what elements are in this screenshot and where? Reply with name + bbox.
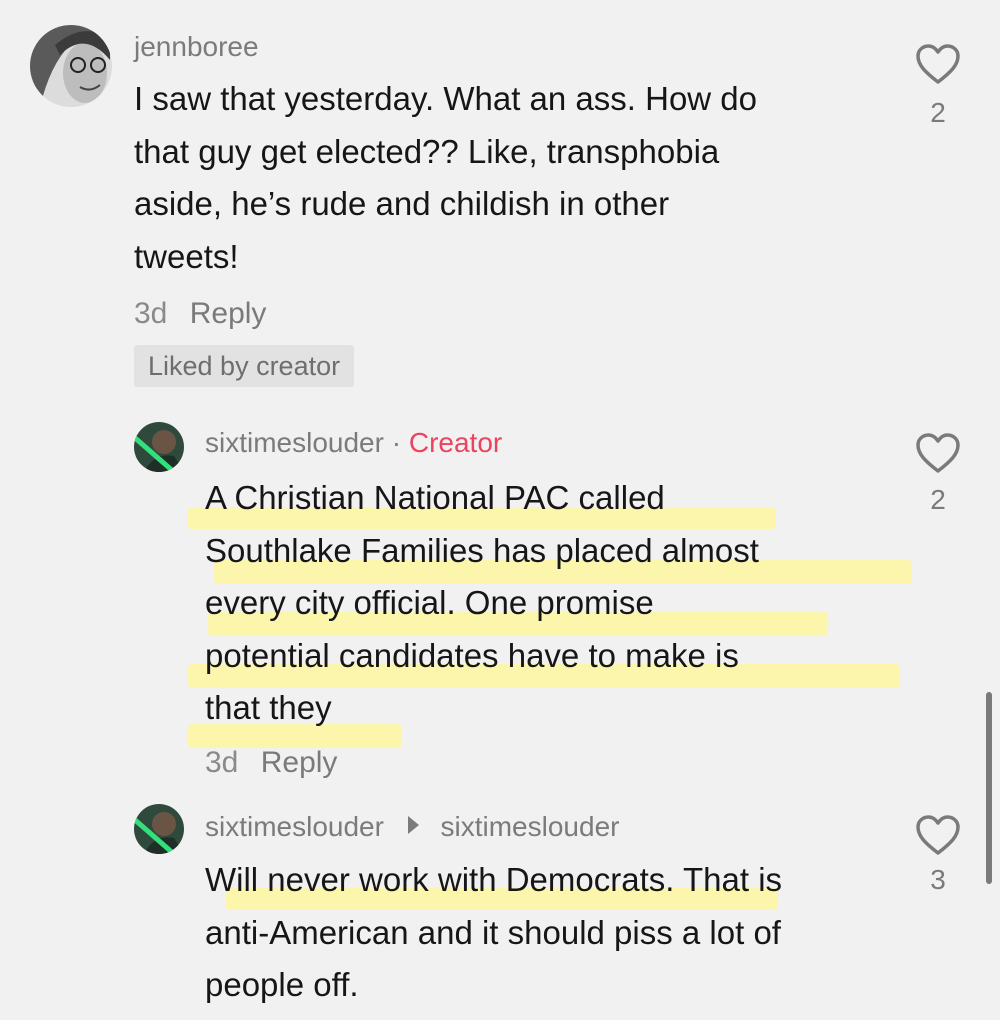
comment-text-line: people off.: [205, 966, 359, 1003]
avatar[interactable]: [134, 422, 184, 472]
heart-icon[interactable]: [915, 814, 961, 856]
comment-text-line: I saw that yesterday. What an ass. How d…: [134, 80, 758, 117]
reply-to-username[interactable]: sixtimeslouder: [441, 811, 620, 842]
comment-timestamp: 3d: [205, 746, 239, 779]
reply-button[interactable]: Reply: [261, 746, 338, 779]
comment-text-line: every city official. One promise: [205, 584, 654, 621]
avatar[interactable]: [134, 804, 184, 854]
heart-icon[interactable]: [915, 432, 961, 474]
like-count: 2: [930, 484, 946, 515]
avatar[interactable]: [30, 25, 112, 107]
comment-username[interactable]: jennboree: [134, 31, 259, 63]
comment-text: Will never work with Democrats. That is …: [205, 854, 782, 1012]
comment-text-line: Southlake Families has placed almost: [205, 531, 759, 569]
comment-header: sixtimeslouder · Creator: [205, 427, 502, 459]
comment-text-line: tweets!: [134, 237, 239, 275]
comment-text-line: anti-American and it should piss a lot o…: [205, 913, 781, 951]
user-avatar-icon: [134, 422, 184, 472]
like-count: 2: [930, 97, 946, 128]
comment-text: I saw that yesterday. What an ass. How d…: [134, 73, 757, 283]
liked-by-creator-badge: Liked by creator: [134, 345, 355, 387]
heart-icon[interactable]: [915, 43, 961, 85]
comment-meta: 3d Reply: [134, 297, 266, 331]
separator-dot: ·: [391, 427, 402, 458]
reply-arrow-icon: [407, 816, 419, 834]
comment-text-line: A Christian National PAC called: [205, 479, 665, 516]
creator-badge: Creator: [408, 427, 503, 458]
comment-text-line: Will never work with Democrats. That is: [205, 861, 783, 898]
user-avatar-icon: [30, 25, 112, 107]
comment-timestamp: 3d: [134, 297, 168, 330]
comment-header: sixtimeslouder sixtimeslouder: [205, 811, 619, 843]
user-avatar-icon: [134, 804, 184, 854]
comment-text-line: potential candidates have to make is: [205, 636, 739, 674]
scrollbar[interactable]: [986, 692, 992, 884]
like-count: 3: [930, 864, 946, 895]
reply-button[interactable]: Reply: [190, 297, 267, 330]
comment-text: A Christian National PAC called Southlak…: [205, 472, 759, 735]
comment-meta: 3d Reply: [205, 746, 337, 780]
comment-username[interactable]: sixtimeslouder: [205, 427, 384, 458]
comment-text-line: that guy get elected?? Like, transphobia: [134, 132, 720, 170]
comment-text-line: that they: [205, 689, 332, 726]
comment-text-line: aside, he’s rude and childish in other: [134, 185, 670, 222]
comment-username[interactable]: sixtimeslouder: [205, 811, 384, 842]
